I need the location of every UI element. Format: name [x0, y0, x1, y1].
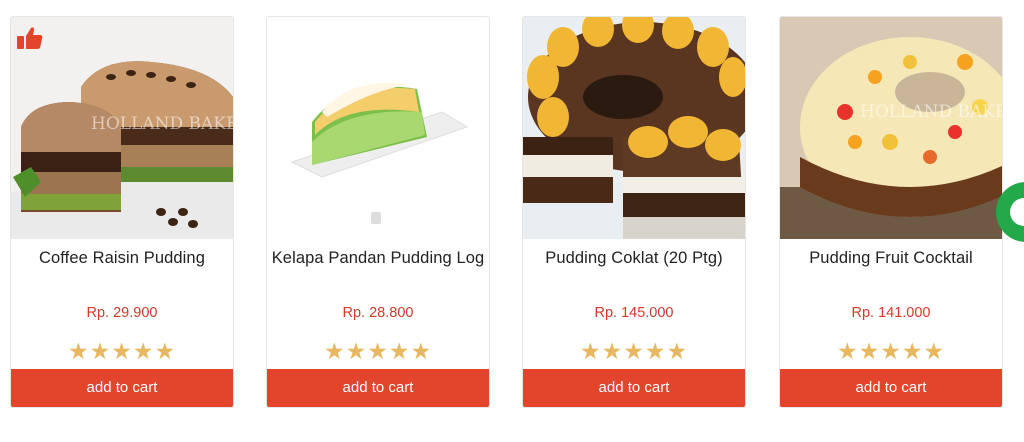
product-card[interactable]: Kelapa Pandan Pudding Log Rp. 28.800 ★★★…	[266, 16, 490, 408]
star-icon: ★	[388, 338, 411, 364]
rating-stars: ★★★★★	[11, 339, 233, 363]
star-icon: ★	[579, 338, 602, 364]
product-name[interactable]: Kelapa Pandan Pudding Log	[267, 249, 489, 268]
thumbs-up-icon	[15, 25, 45, 51]
star-icon: ★	[836, 338, 859, 364]
product-name[interactable]: Pudding Fruit Cocktail	[780, 249, 1002, 268]
watermark-text: HOLLAND BAKERY	[91, 114, 233, 134]
star-icon: ★	[858, 338, 881, 364]
star-icon: ★	[923, 338, 946, 364]
add-to-cart-button[interactable]: add to cart	[267, 369, 489, 407]
star-icon: ★	[623, 338, 645, 364]
star-icon: ★	[111, 338, 133, 364]
rating-stars: ★★★★★	[523, 339, 745, 363]
product-name[interactable]: Pudding Coklat (20 Ptg)	[523, 249, 745, 268]
product-card[interactable]: Pudding Coklat (20 Ptg) Rp. 145.000 ★★★★…	[522, 16, 746, 408]
star-icon: ★	[367, 338, 389, 364]
star-icon: ★	[901, 338, 924, 364]
product-card[interactable]: HOLLAND BAKERY Pudding Fruit Cocktail Rp…	[779, 16, 1003, 408]
star-icon: ★	[666, 338, 689, 364]
add-to-cart-button[interactable]: add to cart	[780, 369, 1002, 407]
product-card[interactable]: HOLLAND BAKERY Coffee Raisin Pudding Rp.…	[10, 16, 234, 408]
product-image[interactable]: HOLLAND BAKERY	[780, 17, 1002, 239]
product-image[interactable]	[523, 17, 745, 239]
rating-stars: ★★★★★	[267, 339, 489, 363]
product-name[interactable]: Coffee Raisin Pudding	[11, 249, 233, 268]
product-image[interactable]	[267, 17, 489, 239]
rating-stars: ★★★★★	[780, 339, 1002, 363]
star-icon: ★	[89, 338, 112, 364]
product-price: Rp. 145.000	[594, 305, 674, 321]
product-price: Rp. 141.000	[851, 305, 931, 321]
star-icon: ★	[644, 338, 667, 364]
star-icon: ★	[323, 338, 346, 364]
star-icon: ★	[67, 338, 90, 364]
star-icon: ★	[601, 338, 624, 364]
product-price: Rp. 28.800	[342, 305, 414, 321]
star-icon: ★	[154, 338, 177, 364]
star-icon: ★	[132, 338, 155, 364]
add-to-cart-button[interactable]: add to cart	[11, 369, 233, 407]
product-price: Rp. 29.900	[86, 305, 158, 321]
add-to-cart-button[interactable]: add to cart	[523, 369, 745, 407]
star-icon: ★	[345, 338, 368, 364]
star-icon: ★	[410, 338, 433, 364]
star-icon: ★	[880, 338, 902, 364]
watermark-text: HOLLAND BAKERY	[860, 102, 1002, 122]
